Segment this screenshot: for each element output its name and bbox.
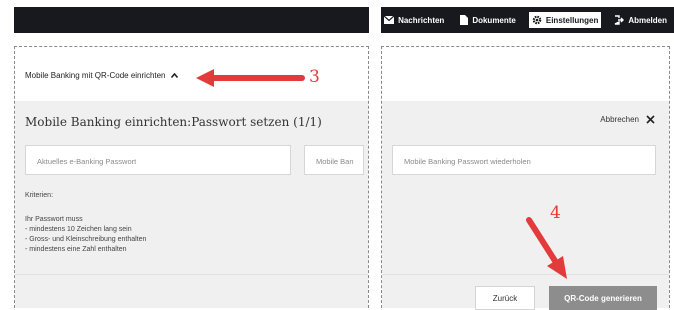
password-criteria-list: Ihr Passwort muss - mindestens 10 Zeiche… [25,215,146,255]
nav-label: Nachrichten [398,15,445,25]
envelope-icon [384,16,395,24]
setup-title: Mobile Banking einrichten:Passwort setze… [25,115,322,129]
repeat-password-input[interactable]: Mobile Banking Passwort wiederholen [392,145,656,175]
nav-einstellungen[interactable]: Einstellungen [528,12,602,28]
close-icon [646,115,655,124]
criteria-rule: - mindestens eine Zahl enthalten [25,246,127,253]
right-screenshot-panel: Nachrichten Dokumente Einstellungen Abme… [381,0,674,310]
nav-nachrichten[interactable]: Nachrichten [381,13,447,28]
gear-icon [532,15,542,25]
left-screenshot-panel: Mobile Banking mit QR-Code einrichten Mo… [0,0,369,308]
criteria-heading: Kriterien: [25,192,54,199]
nav-label: Dokumente [472,15,516,25]
cancel-label: Abbrechen [600,115,639,124]
top-navigation-bar: Nachrichten Dokumente Einstellungen Abme… [381,7,674,33]
criteria-rule: - Gross- und Kleinschreibung enthalten [25,236,147,243]
nav-label: Einstellungen [545,15,599,25]
logout-icon [615,15,625,25]
generate-qr-code-button[interactable]: QR-Code generieren [549,286,657,310]
annotation-arrow-down-icon [526,217,567,279]
back-button[interactable]: Zurück [475,286,535,310]
cancel-button[interactable]: Abbrechen [600,115,655,124]
annotation-step-3: 3 [309,67,320,87]
criteria-rule: - mindestens 10 Zeichen lang sein [25,226,132,233]
divider [15,274,368,275]
current-password-input[interactable]: Aktuelles e-Banking Passwort [25,145,291,175]
criteria-intro: Ihr Passwort muss [25,216,83,223]
accordion-label: Mobile Banking mit QR-Code einrichten [25,71,166,80]
nav-abmelden[interactable]: Abmelden [611,12,670,28]
chevron-up-icon [170,73,178,78]
mobile-banking-accordion-toggle[interactable]: Mobile Banking mit QR-Code einrichten [25,71,178,80]
new-password-input[interactable]: Mobile Ban [304,145,364,175]
annotation-arrow-left-icon [196,69,305,87]
document-icon [460,15,469,25]
top-navigation-bar [14,7,369,33]
setup-panel: Mobile Banking einrichten:Passwort setze… [15,101,368,308]
nav-label: Abmelden [628,15,667,25]
nav-dokumente[interactable]: Dokumente [457,12,519,28]
